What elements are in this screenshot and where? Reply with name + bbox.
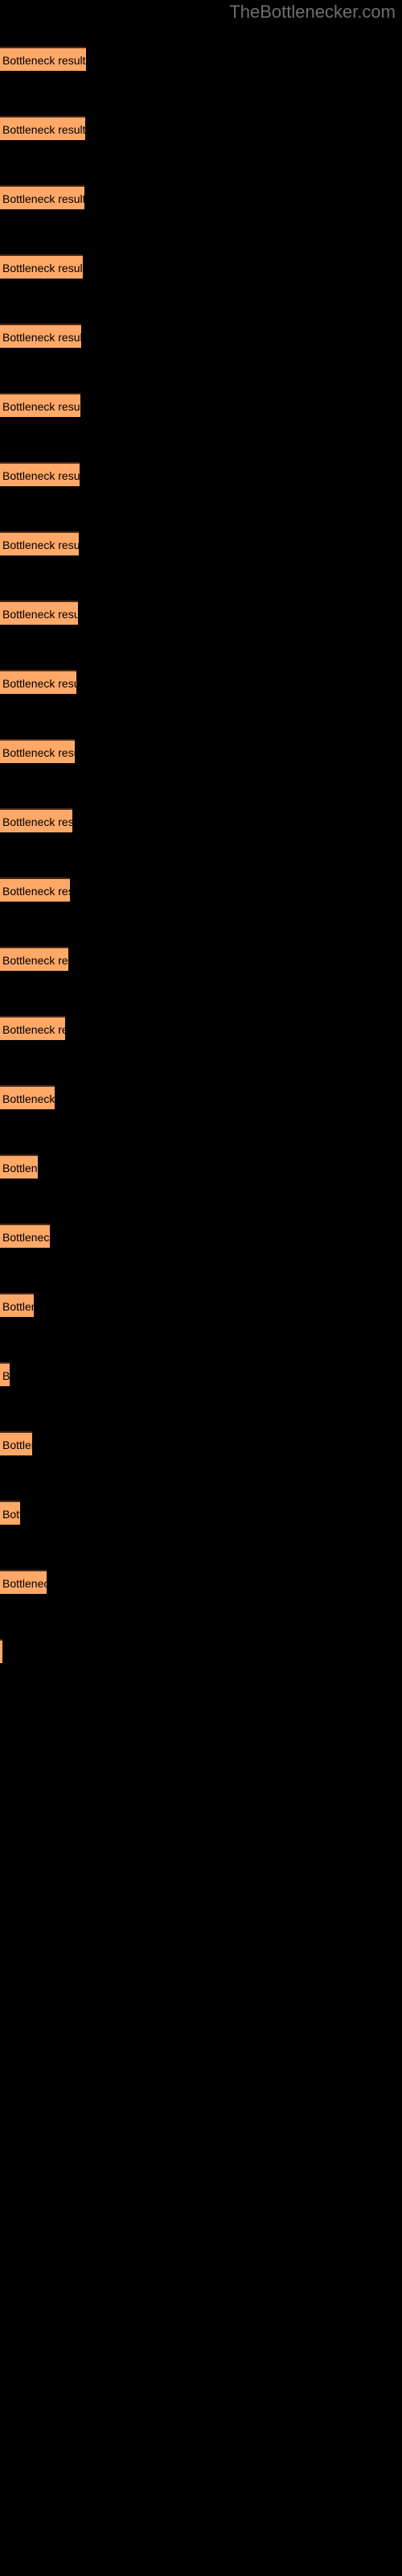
- bar-label-clip: Bottleneck result: [0, 1502, 20, 1526]
- bar[interactable]: Bottleneck result: [0, 1570, 47, 1594]
- bar-row[interactable]: Bottleneck result: [0, 393, 80, 417]
- bar-row[interactable]: Bottleneck result: [0, 1293, 34, 1317]
- bar-label-clip: Bottleneck result: [0, 1087, 55, 1111]
- bar[interactable]: Bottleneck result: [0, 116, 85, 140]
- bar[interactable]: Bottleneck result: [0, 254, 83, 279]
- bar[interactable]: Bottleneck result: [0, 1154, 38, 1179]
- bar-label: Bottleneck result: [2, 1369, 10, 1382]
- bar-label: Bottleneck result: [2, 885, 70, 898]
- bar-label-clip: Bottleneck result: [0, 671, 76, 696]
- bar[interactable]: Bottleneck result: [0, 1501, 20, 1525]
- bar-label: Bottleneck result: [2, 469, 80, 482]
- bar-label-clip: Bottleneck result: [0, 810, 72, 834]
- bar-row[interactable]: Bottleneck result: [0, 739, 75, 763]
- bar-row[interactable]: Bottleneck result: [0, 1639, 2, 1663]
- bar-label-clip: Bottleneck result: [0, 48, 86, 72]
- bar-row[interactable]: Bottleneck result: [0, 1570, 47, 1594]
- bar[interactable]: Bottleneck result: [0, 47, 86, 71]
- bar-label: Bottleneck result: [2, 1023, 65, 1036]
- bar[interactable]: Bottleneck result: [0, 808, 72, 832]
- bar[interactable]: Bottleneck result: [0, 1224, 50, 1248]
- bar-label: Bottleneck result: [2, 815, 72, 828]
- bar[interactable]: Bottleneck result: [0, 601, 78, 625]
- bar-row[interactable]: Bottleneck result: [0, 1085, 55, 1109]
- bar[interactable]: Bottleneck result: [0, 1431, 32, 1455]
- bar[interactable]: Bottleneck result: [0, 739, 75, 763]
- bar-label-clip: Bottleneck result: [0, 256, 83, 280]
- bar-label: Bottleneck result: [2, 746, 75, 759]
- bottleneck-chart: TheBottlenecker.com Bottleneck result Bot…: [0, 0, 402, 2576]
- bar[interactable]: Bottleneck result: [0, 462, 80, 486]
- bar-label-clip: Bottleneck result: [0, 1641, 2, 1665]
- bar-label-clip: Bottleneck result: [0, 1225, 50, 1249]
- bar-row[interactable]: Bottleneck result: [0, 1501, 20, 1525]
- bar-label: Bottleneck result: [2, 608, 78, 621]
- bar-label-clip: Bottleneck result: [0, 464, 80, 488]
- bar-row[interactable]: Bottleneck result: [0, 1016, 65, 1040]
- bar[interactable]: Bottleneck result: [0, 1293, 34, 1317]
- bar-label: Bottleneck result: [2, 123, 85, 136]
- bar-row[interactable]: Bottleneck result: [0, 670, 76, 694]
- bar-label: Bottleneck result: [2, 1162, 38, 1174]
- bar-row[interactable]: Bottleneck result: [0, 1431, 32, 1455]
- bar-label-clip: Bottleneck result: [0, 602, 78, 626]
- bar-row[interactable]: Bottleneck result: [0, 185, 84, 209]
- bar-label: Bottleneck result: [2, 1092, 55, 1105]
- bar-row[interactable]: Bottleneck result: [0, 47, 86, 71]
- bar[interactable]: Bottleneck result: [0, 1085, 55, 1109]
- bar-row[interactable]: Bottleneck result: [0, 324, 81, 348]
- bar[interactable]: Bottleneck result: [0, 947, 68, 971]
- bar[interactable]: Bottleneck result: [0, 1016, 65, 1040]
- bar-label: Bottleneck result: [2, 262, 83, 275]
- bar-label: Bottleneck result: [2, 1508, 20, 1521]
- bar-label-clip: Bottleneck result: [0, 325, 81, 349]
- bar-label: Bottleneck result: [2, 677, 76, 690]
- bar-label: Bottleneck result: [2, 954, 68, 967]
- bar-label-clip: Bottleneck result: [0, 118, 85, 142]
- bar-row[interactable]: Bottleneck result: [0, 1224, 50, 1248]
- bar-row[interactable]: Bottleneck result: [0, 1154, 38, 1179]
- bar-row[interactable]: Bottleneck result: [0, 808, 72, 832]
- bar-row[interactable]: Bottleneck result: [0, 877, 70, 902]
- bar-label: Bottleneck result: [2, 192, 84, 205]
- bar[interactable]: Bottleneck result: [0, 877, 70, 902]
- bar[interactable]: Bottleneck result: [0, 531, 79, 555]
- bar-label-clip: Bottleneck result: [0, 1571, 47, 1596]
- bar-label: Bottleneck result: [2, 54, 86, 67]
- bar-label-clip: Bottleneck result: [0, 1364, 10, 1388]
- bar-row[interactable]: Bottleneck result: [0, 1362, 10, 1386]
- bar-series: Bottleneck result Bottleneck result Bottle…: [0, 0, 402, 2576]
- bar-label-clip: Bottleneck result: [0, 879, 70, 903]
- bar[interactable]: Bottleneck result: [0, 670, 76, 694]
- bar-label: Bottleneck result: [2, 400, 80, 413]
- bar[interactable]: Bottleneck result: [0, 1639, 2, 1663]
- bar-label: Bottleneck result: [2, 1231, 50, 1244]
- bar-row[interactable]: Bottleneck result: [0, 947, 68, 971]
- bar-label: Bottleneck result: [2, 1439, 32, 1451]
- bar-row[interactable]: Bottleneck result: [0, 254, 83, 279]
- bar-label: Bottleneck result: [2, 331, 81, 344]
- bar-label-clip: Bottleneck result: [0, 1294, 34, 1319]
- bar-row[interactable]: Bottleneck result: [0, 601, 78, 625]
- bar[interactable]: Bottleneck result: [0, 1362, 10, 1386]
- bar-row[interactable]: Bottleneck result: [0, 531, 79, 555]
- bar[interactable]: Bottleneck result: [0, 185, 84, 209]
- bar-row[interactable]: Bottleneck result: [0, 116, 85, 140]
- bar-label-clip: Bottleneck result: [0, 187, 84, 211]
- bar-label-clip: Bottleneck result: [0, 1156, 38, 1180]
- bar-label-clip: Bottleneck result: [0, 394, 80, 419]
- bar-label-clip: Bottleneck result: [0, 533, 79, 557]
- bar-label: Bottleneck result: [2, 1300, 34, 1313]
- bar-label-clip: Bottleneck result: [0, 741, 75, 765]
- bar-row[interactable]: Bottleneck result: [0, 462, 80, 486]
- bar-label-clip: Bottleneck result: [0, 948, 68, 972]
- bar-label-clip: Bottleneck result: [0, 1018, 65, 1042]
- bar-label: Bottleneck result: [2, 1577, 47, 1590]
- bar-label: Bottleneck result: [2, 539, 79, 551]
- bar[interactable]: Bottleneck result: [0, 324, 81, 348]
- bar[interactable]: Bottleneck result: [0, 393, 80, 417]
- bar-label-clip: Bottleneck result: [0, 1433, 32, 1457]
